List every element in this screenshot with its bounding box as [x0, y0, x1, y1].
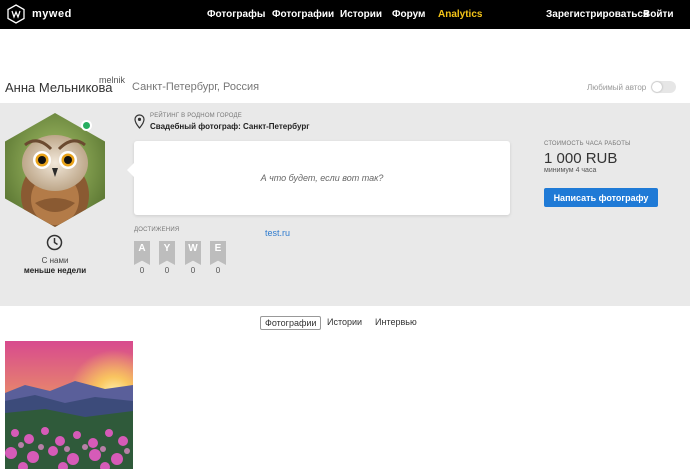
achievements-label: ДОСТИЖЕНИЯ [134, 227, 180, 233]
avatar[interactable] [5, 113, 105, 227]
photographer-username: melnik [99, 75, 126, 85]
nav-forum[interactable]: Форум [392, 9, 425, 20]
site-logo[interactable]: mywed [6, 4, 72, 24]
photographer-quote-box: А что будет, если вот так? [127, 141, 510, 215]
website-link[interactable]: test.ru [265, 228, 290, 238]
login-link[interactable]: Войти [643, 9, 674, 20]
online-status-dot [81, 120, 92, 131]
price-value: 1 000 RUB [544, 150, 618, 167]
tab-photos[interactable]: Фотографии [260, 316, 322, 330]
location-pin-icon [134, 114, 145, 129]
tab-interviews[interactable]: Интервью [371, 316, 421, 330]
write-photographer-button[interactable]: Написать фотографу [544, 188, 658, 207]
price-minimum-note: минимум 4 часа [544, 167, 597, 174]
landscape-photo [5, 341, 133, 469]
photographer-quote: А что будет, если вот так? [260, 173, 384, 183]
favorite-author-label: Любимый автор [587, 83, 647, 92]
achievement-count-a: 0 [139, 266, 145, 275]
logo-text: mywed [32, 8, 72, 20]
clock-icon [46, 234, 63, 251]
nav-photos[interactable]: Фотографии [272, 9, 334, 20]
nav-analytics[interactable]: Analytics [438, 9, 482, 20]
tab-stories[interactable]: Истории [323, 316, 366, 330]
with-us-value: меньше недели [23, 266, 87, 275]
photographer-location: Санкт-Петербург, Россия [132, 81, 260, 93]
nav-photographers[interactable]: Фотографы [207, 9, 265, 20]
mywed-logo-icon [7, 4, 25, 24]
nav-stories[interactable]: Истории [340, 9, 382, 20]
owl-photo [5, 113, 105, 227]
rating-label: РЕЙТИНГ В РОДНОМ ГОРОДЕ [150, 113, 242, 119]
photo-thumbnail[interactable] [5, 341, 133, 469]
photographer-name: Анна Мельникова [5, 80, 113, 95]
toggle-knob [652, 82, 662, 92]
top-navbar: mywed Фотографы Фотографии Истории Форум… [0, 0, 690, 29]
avatar-image [5, 113, 105, 227]
favorite-author-toggle[interactable] [651, 81, 676, 93]
achievement-count-w: 0 [190, 266, 196, 275]
rating-value[interactable]: Свадебный фотограф: Санкт-Петербург [150, 122, 310, 131]
with-us-label: С нами [41, 256, 69, 265]
price-label: СТОИМОСТЬ ЧАСА РАБОТЫ [544, 141, 631, 147]
register-link[interactable]: Зарегистрироваться [546, 9, 649, 20]
achievement-count-y: 0 [164, 266, 170, 275]
achievement-count-e: 0 [215, 266, 221, 275]
